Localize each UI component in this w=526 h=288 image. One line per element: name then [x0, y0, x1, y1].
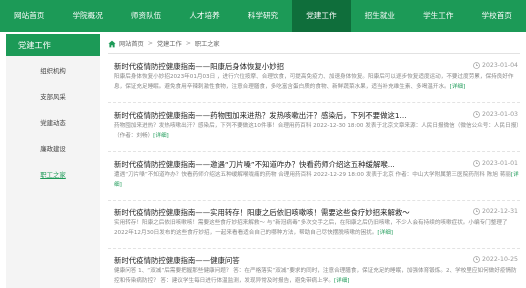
- nav-item-school-home[interactable]: 学校首页: [468, 0, 526, 32]
- detail-link[interactable]: [详细]: [377, 230, 393, 236]
- sidebar-item-branch[interactable]: 支部风采: [6, 86, 100, 108]
- nav-item-research[interactable]: 科学研究: [234, 0, 292, 32]
- article-date-text: 2023-01-04: [482, 62, 518, 69]
- clock-icon: [473, 62, 480, 69]
- detail-link[interactable]: [详细]: [334, 278, 350, 284]
- breadcrumb: 网站首页 > 党建工作 > 职工之家: [108, 34, 520, 54]
- nav-item-home[interactable]: 网站首页: [0, 0, 58, 32]
- article-summary-text: 遭遇“刀片嗓”不知道咋办？快看药师介绍这五种缓解喉咙痛的药物 合理用药百科 20…: [114, 172, 511, 178]
- list-item: 新时代疫情防控健康指南——邀遇“刀片嗓”不知道咋办？快看药师介绍这五种缓解喉..…: [108, 159, 520, 201]
- article-summary: 遭遇“刀片嗓”不知道咋办？快看药师介绍这五种缓解喉咙痛的药物 合理用药百科 20…: [114, 170, 520, 190]
- article-summary-text: 药物囤加来进热？发热咳嗽出汗？感染后，下列不要做这10件事！合理用药百科 202…: [114, 123, 520, 139]
- list-item: 新时代疫情防控健康指南——药物囤加来进热？发热咳嗽出汗？感染后，下列不要做这1.…: [108, 110, 520, 152]
- article-summary: 实用转存！阳康之后依旧咳嗽咳！需要这些食疗妙招来解救～ 与“新冠病毒”多次交手之…: [114, 218, 520, 238]
- article-date: 2022-10-25: [473, 256, 518, 263]
- article-date-text: 2023-01-01: [482, 160, 518, 167]
- article-summary: 健康问答 1、“双减”后需要把握那些健康问题？ 答：在严格落实“双减”要求的同时…: [114, 266, 520, 286]
- article-date-text: 2022-12-31: [482, 208, 518, 215]
- article-date: 2023-01-04: [473, 62, 518, 69]
- sidebar-title: 党建工作: [6, 34, 100, 56]
- article-title[interactable]: 新时代疫情防控健康指南——邀遇“刀片嗓”不知道咋办？快看药师介绍这五种缓解喉..…: [114, 159, 395, 170]
- list-item: 新时代疫情防控健康指南——阳康后身体恢复小妙招 2023-01-04 阳康后身体…: [108, 61, 520, 103]
- article-summary-text: 实用转存！阳康之后依旧咳嗽咳！需要这些食疗妙招来解救～ 与“新冠病毒”多次交手之…: [114, 220, 508, 236]
- breadcrumb-separator: >: [147, 40, 153, 47]
- nav-item-talent[interactable]: 人才培养: [175, 0, 233, 32]
- top-nav: 网站首页 学院概况 师资队伍 人才培养 科学研究 党建工作 招生就业 学生工作 …: [0, 0, 526, 32]
- article-date-text: 2022-10-25: [482, 256, 518, 263]
- breadcrumb-party[interactable]: 党建工作: [157, 39, 182, 48]
- nav-item-faculty[interactable]: 师资队伍: [117, 0, 175, 32]
- article-summary: 药物囤加来进热？发热咳嗽出汗？感染后，下列不要做这10件事！合理用药百科 202…: [114, 121, 520, 141]
- nav-item-admission[interactable]: 招生就业: [351, 0, 409, 32]
- list-item: 新时代疫情防控健康指南——健康问答 2022-10-25 健康问答 1、“双减”…: [108, 255, 520, 288]
- detail-link[interactable]: [详细]: [450, 84, 466, 90]
- sidebar-item-news[interactable]: 党建动态: [6, 112, 100, 134]
- clock-icon: [473, 160, 480, 167]
- sidebar-item-staff-home[interactable]: 职工之家: [6, 164, 100, 186]
- article-title[interactable]: 新时代疫情防控健康指南——药物囤加来进热？发热咳嗽出汗？感染后，下列不要做这1.…: [114, 110, 407, 121]
- home-icon: [108, 40, 116, 48]
- breadcrumb-current: 职工之家: [194, 41, 220, 48]
- clock-icon: [473, 111, 480, 118]
- sidebar-item-organization[interactable]: 组织机构: [6, 60, 100, 82]
- clock-icon: [473, 256, 480, 263]
- nav-item-party[interactable]: 党建工作: [292, 0, 351, 32]
- article-summary-text: 健康问答 1、“双减”后需要把握那些健康问题？ 答：在严格落实“双减”要求的同时…: [114, 268, 517, 284]
- sidebar: 党建工作 组织机构 支部风采 党建动态 廉政建设 职工之家: [6, 34, 100, 288]
- sidebar-item-integrity[interactable]: 廉政建设: [6, 138, 100, 160]
- article-title[interactable]: 新时代疫情防控健康指南——实用转存！阳康之后依旧咳嗽咳！需要这些食疗妙招来解救～: [114, 207, 410, 218]
- detail-link[interactable]: [详细]: [153, 133, 169, 139]
- clock-icon: [473, 208, 480, 215]
- breadcrumb-home[interactable]: 网站首页: [119, 39, 144, 48]
- article-date: 2022-12-31: [473, 208, 518, 215]
- main-content: 网站首页 > 党建工作 > 职工之家 新时代疫情防控健康指南——阳康后身体恢复小…: [108, 34, 520, 288]
- nav-item-student[interactable]: 学生工作: [409, 0, 467, 32]
- article-title[interactable]: 新时代疫情防控健康指南——阳康后身体恢复小妙招: [114, 61, 284, 72]
- article-summary: 阳康后身体恢复小妙招2023年01月03日 ，进行穴位按摩、合理饮食，可提高免疫…: [114, 72, 520, 92]
- nav-item-overview[interactable]: 学院概况: [58, 0, 116, 32]
- article-title[interactable]: 新时代疫情防控健康指南——健康问答: [114, 255, 240, 266]
- breadcrumb-separator: >: [185, 40, 191, 47]
- article-date-text: 2023-01-03: [482, 111, 518, 118]
- article-date: 2023-01-03: [473, 111, 518, 118]
- article-date: 2023-01-01: [473, 160, 518, 167]
- list-item: 新时代疫情防控健康指南——实用转存！阳康之后依旧咳嗽咳！需要这些食疗妙招来解救～…: [108, 207, 520, 249]
